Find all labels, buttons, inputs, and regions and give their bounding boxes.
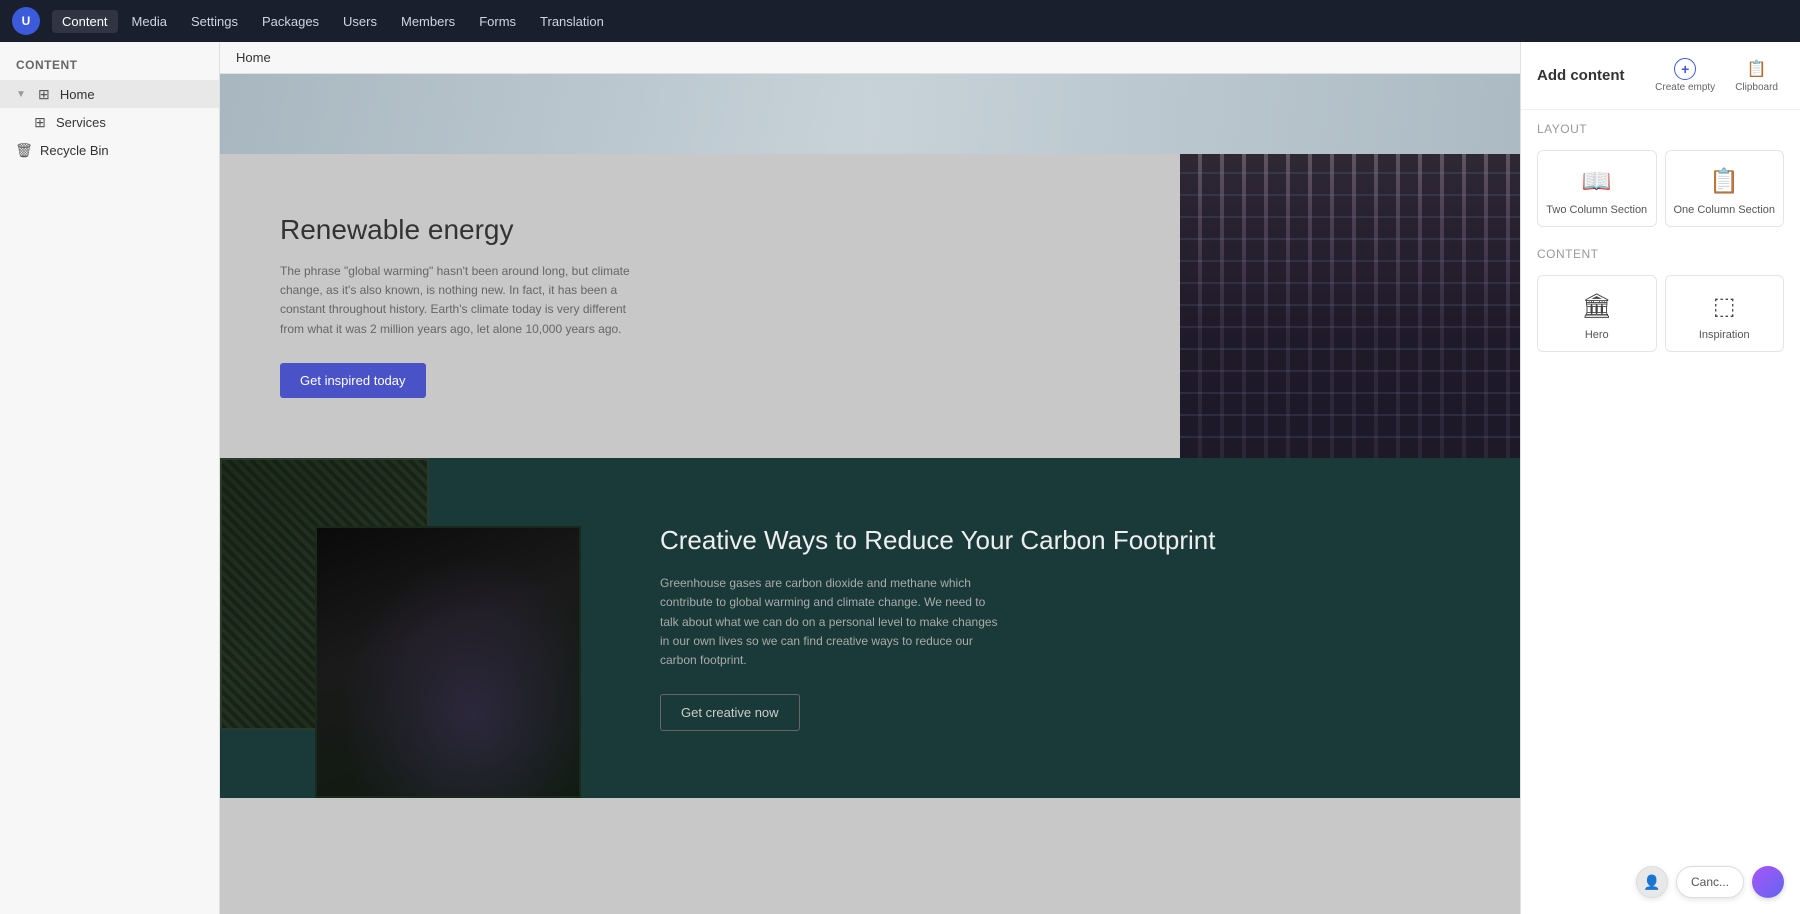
expand-arrow-icon: ▼ xyxy=(16,89,26,100)
sidebar-item-recycle-bin[interactable]: 🗑 Recycle Bin xyxy=(0,136,219,164)
right-panel: Add content + Create empty 📋 Clipboard L… xyxy=(1520,42,1800,914)
panel-header: Add content + Create empty 📋 Clipboard xyxy=(1521,42,1800,110)
carbon-body: Greenhouse gases are carbon dioxide and … xyxy=(660,574,1000,670)
building-windows xyxy=(1180,154,1520,458)
inspiration-label: Inspiration xyxy=(1699,329,1750,341)
nav-item-packages[interactable]: Packages xyxy=(252,10,329,33)
sidebar: Content ▼ ⊞ Home ⊞ Services 🗑 Recycle Bi… xyxy=(0,42,220,914)
inspiration-icon: ⬚ xyxy=(1713,292,1736,321)
clipboard-label: Clipboard xyxy=(1735,82,1778,93)
inspiration-card[interactable]: ⬚ Inspiration xyxy=(1665,275,1785,352)
clipboard-icon: 📋 xyxy=(1746,58,1768,80)
sidebar-header: Content xyxy=(0,50,219,80)
carbon-left-images xyxy=(220,458,600,798)
nav-item-members[interactable]: Members xyxy=(391,10,465,33)
hero-icon: 🏛 xyxy=(1582,292,1612,321)
renewable-body: The phrase "global warming" hasn't been … xyxy=(280,262,640,339)
canvas-wrapper[interactable]: Renewable energy The phrase "global warm… xyxy=(220,74,1520,914)
get-inspired-button[interactable]: Get inspired today xyxy=(280,363,426,398)
carbon-section: Creative Ways to Reduce Your Carbon Foot… xyxy=(220,458,1520,798)
sidebar-item-home[interactable]: ▼ ⊞ Home xyxy=(0,80,219,108)
renewable-section: Renewable energy The phrase "global warm… xyxy=(220,154,1520,458)
cancel-button[interactable]: Canc... xyxy=(1676,866,1744,898)
clipboard-button[interactable]: 📋 Clipboard xyxy=(1729,54,1784,97)
content-area: Home Renewable energy The phrase "global… xyxy=(220,42,1520,914)
top-navigation: U Content Media Settings Packages Users … xyxy=(0,0,1800,42)
sidebar-item-services-label: Services xyxy=(56,115,106,130)
services-icon: ⊞ xyxy=(32,114,48,130)
two-column-icon: 📖 xyxy=(1582,167,1612,196)
page-canvas: Renewable energy The phrase "global warm… xyxy=(220,74,1520,914)
image-strip xyxy=(220,74,1520,154)
two-column-label: Two Column Section xyxy=(1546,204,1647,216)
building-image xyxy=(1180,154,1520,458)
sidebar-item-home-label: Home xyxy=(60,87,95,102)
user-avatar-button[interactable] xyxy=(1752,866,1784,898)
nav-item-translation[interactable]: Translation xyxy=(530,10,614,33)
carbon-right: Creative Ways to Reduce Your Carbon Foot… xyxy=(600,458,1520,798)
person-icon-button[interactable]: 👤 xyxy=(1636,866,1668,898)
one-column-section-card[interactable]: 📋 One Column Section xyxy=(1665,150,1785,227)
bottom-bar: 👤 Canc... xyxy=(1636,866,1784,898)
forest-image-2 xyxy=(315,526,581,798)
nav-item-content[interactable]: Content xyxy=(52,10,118,33)
create-empty-label: Create empty xyxy=(1655,82,1715,93)
renewable-left: Renewable energy The phrase "global warm… xyxy=(220,154,1180,458)
layout-section-label: Layout xyxy=(1521,110,1800,142)
content-section-label: Content xyxy=(1521,235,1800,267)
hero-card[interactable]: 🏛 Hero xyxy=(1537,275,1657,352)
logo[interactable]: U xyxy=(12,7,40,35)
sidebar-item-recycle-label: Recycle Bin xyxy=(40,143,109,158)
sidebar-item-services[interactable]: ⊞ Services xyxy=(0,108,219,136)
breadcrumb: Home xyxy=(220,42,1520,74)
forest-overlay-2 xyxy=(317,528,579,796)
carbon-title: Creative Ways to Reduce Your Carbon Foot… xyxy=(660,524,1460,558)
nav-item-forms[interactable]: Forms xyxy=(469,10,526,33)
nav-item-settings[interactable]: Settings xyxy=(181,10,248,33)
layout-grid: 📖 Two Column Section 📋 One Column Sectio… xyxy=(1521,142,1800,235)
plus-icon: + xyxy=(1674,58,1696,80)
one-column-icon: 📋 xyxy=(1709,167,1739,196)
image-strip-section xyxy=(220,74,1520,154)
get-creative-button[interactable]: Get creative now xyxy=(660,694,800,731)
home-icon: ⊞ xyxy=(36,86,52,102)
forest-images xyxy=(220,458,600,798)
one-column-label: One Column Section xyxy=(1674,204,1776,216)
nav-item-media[interactable]: Media xyxy=(122,10,177,33)
two-column-section-card[interactable]: 📖 Two Column Section xyxy=(1537,150,1657,227)
create-empty-button[interactable]: + Create empty xyxy=(1649,54,1721,97)
panel-title: Add content xyxy=(1537,67,1625,84)
recycle-bin-icon: 🗑 xyxy=(16,142,32,158)
hero-label: Hero xyxy=(1585,329,1609,341)
nav-item-users[interactable]: Users xyxy=(333,10,387,33)
renewable-right-image xyxy=(1180,154,1520,458)
content-card-grid: 🏛 Hero ⬚ Inspiration xyxy=(1521,267,1800,360)
panel-actions: + Create empty 📋 Clipboard xyxy=(1649,54,1784,97)
renewable-title: Renewable energy xyxy=(280,214,1120,246)
